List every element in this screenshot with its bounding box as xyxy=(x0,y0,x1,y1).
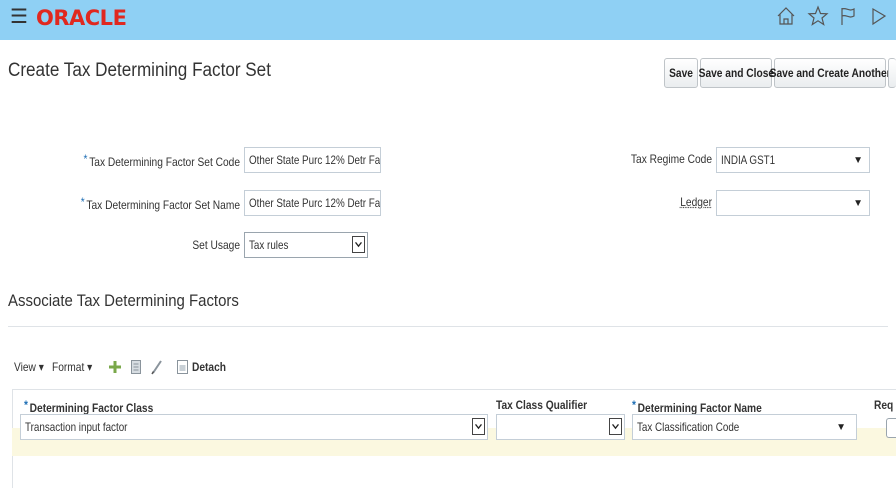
save-and-create-another-label: Save and Create Another xyxy=(770,66,891,80)
required-marker: * xyxy=(24,398,28,412)
hamburger-menu-icon[interactable]: ☰ xyxy=(10,7,28,27)
set-name-input[interactable]: Other State Purc 12% Detr Fact xyxy=(244,190,381,216)
set-name-label: * Tax Determining Factor Set Name xyxy=(36,195,240,212)
column-header-qualifier[interactable]: Tax Class Qualifier xyxy=(496,398,587,412)
detach-button[interactable]: Detach xyxy=(192,360,232,374)
flag-icon[interactable] xyxy=(836,4,860,28)
save-button-label: Save xyxy=(669,66,693,80)
required-marker: * xyxy=(632,398,636,412)
column-header-name-text: Determining Factor Name xyxy=(638,401,762,415)
dropdown-arrow-icon: ▼ xyxy=(836,422,846,433)
duplicate-icon[interactable] xyxy=(130,359,142,375)
oracle-logo[interactable]: ORACLE xyxy=(36,6,126,30)
format-menu-label: Format xyxy=(52,360,84,374)
more-actions-button[interactable] xyxy=(888,58,896,88)
star-icon[interactable] xyxy=(806,4,830,28)
save-and-close-label: Save and Close xyxy=(698,66,773,80)
column-header-class-text: Determining Factor Class xyxy=(30,401,154,415)
ledger-label: Ledger xyxy=(583,195,712,209)
ledger-select[interactable]: ▼ xyxy=(716,190,870,216)
tax-class-qualifier-select[interactable] xyxy=(496,414,625,440)
required-checkbox[interactable] xyxy=(886,418,896,438)
set-code-value: Other State Purc 12% Detr Fact xyxy=(249,153,381,167)
dropdown-arrow-icon: ▼ xyxy=(853,198,863,209)
factor-class-select[interactable]: Transaction input factor xyxy=(20,414,488,440)
tax-regime-select[interactable]: INDIA GST1 ▼ xyxy=(716,147,870,173)
format-menu[interactable]: Format ▾ xyxy=(52,360,99,374)
dropdown-arrow-icon: ▼ xyxy=(853,155,863,166)
detach-label: Detach xyxy=(192,360,226,374)
table-top-border xyxy=(12,389,896,390)
view-menu[interactable]: View ▾ xyxy=(14,360,49,374)
set-name-label-text: Tax Determining Factor Set Name xyxy=(86,198,240,212)
tax-regime-label: Tax Regime Code xyxy=(583,152,712,166)
home-icon[interactable] xyxy=(774,4,798,28)
factor-class-value: Transaction input factor xyxy=(25,420,127,434)
save-button[interactable]: Save xyxy=(664,58,698,88)
add-icon[interactable] xyxy=(108,360,122,374)
edit-icon[interactable] xyxy=(150,359,164,375)
chevron-down-icon xyxy=(609,418,622,435)
page-title: Create Tax Determining Factor Set xyxy=(8,60,271,82)
view-menu-label: View xyxy=(14,360,36,374)
top-bar: ☰ ORACLE xyxy=(0,0,896,40)
section-divider xyxy=(8,326,888,327)
chevron-down-icon xyxy=(352,236,365,253)
factor-name-select[interactable]: Tax Classification Code ▼ xyxy=(632,414,857,440)
set-usage-select[interactable]: Tax rules xyxy=(244,232,368,258)
set-usage-label: Set Usage xyxy=(36,238,240,252)
set-code-label: * Tax Determining Factor Set Code xyxy=(36,152,240,169)
section-title: Associate Tax Determining Factors xyxy=(8,291,239,311)
notifications-icon[interactable] xyxy=(866,4,890,28)
tax-regime-value: INDIA GST1 xyxy=(721,153,775,167)
set-code-label-text: Tax Determining Factor Set Code xyxy=(89,155,240,169)
column-header-class[interactable]: * Determining Factor Class xyxy=(24,398,153,415)
set-name-value: Other State Purc 12% Detr Fact xyxy=(249,196,381,210)
chevron-down-icon xyxy=(472,418,485,435)
required-marker: * xyxy=(84,152,88,166)
detach-icon[interactable] xyxy=(176,359,189,375)
set-usage-value: Tax rules xyxy=(249,238,288,252)
required-marker: * xyxy=(81,195,85,209)
column-header-required[interactable]: Req xyxy=(874,398,893,412)
factor-name-value: Tax Classification Code xyxy=(637,420,739,434)
save-and-create-another-button[interactable]: Save and Create Another xyxy=(774,58,886,88)
save-and-close-button[interactable]: Save and Close xyxy=(700,58,772,88)
column-header-name[interactable]: * Determining Factor Name xyxy=(632,398,762,415)
set-code-input[interactable]: Other State Purc 12% Detr Fact xyxy=(244,147,381,173)
